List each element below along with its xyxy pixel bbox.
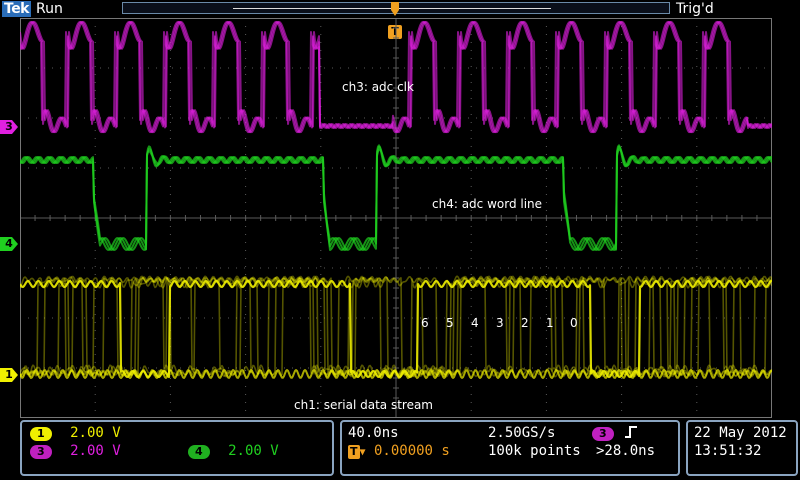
- readout-bar: 1 2.00 V 3 2.00 V 4 2.00 V 40.0ns 2.50GS…: [0, 418, 800, 480]
- delay-trigger-icon: T: [348, 445, 360, 459]
- waveform-display[interactable]: [20, 18, 772, 418]
- ch3-ground-marker[interactable]: 3: [0, 120, 18, 134]
- time-per-division[interactable]: 40.0ns: [348, 425, 399, 441]
- ch1-serial-trace: [20, 275, 772, 378]
- ch1-serial-trace: [20, 275, 772, 378]
- ch1-serial-trace: [20, 275, 772, 378]
- trigger-state: Trig'd: [676, 1, 714, 17]
- ch3-scale-readout[interactable]: 3 2.00 V: [30, 443, 121, 459]
- ch1-serial-trace: [20, 275, 772, 378]
- ch3-clock-trace: [20, 20, 772, 134]
- ch1-scale-readout[interactable]: 1 2.00 V: [30, 425, 121, 441]
- rising-edge-icon: [625, 426, 638, 438]
- datetime-panel: 22 May 2012 13:51:32: [686, 420, 798, 476]
- ch4-scale-readout[interactable]: 4 2.00 V: [188, 443, 279, 459]
- ch4-badge: 4: [188, 445, 210, 459]
- ch1-annotation: ch1: serial data stream: [294, 398, 433, 412]
- ch1-ground-marker[interactable]: 1: [0, 368, 18, 382]
- ch3-scale: 2.00 V: [70, 443, 121, 459]
- bit-label: 4: [471, 316, 479, 330]
- ch4-scale: 2.00 V: [228, 443, 279, 459]
- ch3-clock-trace: [20, 20, 772, 134]
- trigger-delay-readout[interactable]: T ▼ 0.00000 s: [348, 443, 450, 459]
- ch1-badge: 1: [30, 427, 52, 441]
- bit-label: 0: [570, 316, 578, 330]
- tek-logo: Tek: [2, 1, 31, 17]
- ch1-envelope-trace: [20, 279, 772, 379]
- sample-rate: 2.50GS/s: [488, 425, 556, 441]
- vertical-settings-panel[interactable]: 1 2.00 V 3 2.00 V 4 2.00 V: [20, 420, 334, 476]
- acquisition-run-state[interactable]: Run: [36, 0, 63, 18]
- ch1-serial-trace: [20, 275, 772, 378]
- bit-label: 2: [521, 316, 529, 330]
- horizontal-settings-panel[interactable]: 40.0ns 2.50GS/s 3 T ▼ 0.00000 s 100k poin…: [340, 420, 680, 476]
- ch3-badge: 3: [30, 445, 52, 459]
- time: 13:51:32: [694, 443, 762, 459]
- ch4-annotation: ch4: adc word line: [432, 197, 543, 211]
- date: 22 May 2012: [694, 425, 787, 441]
- ch1-scale: 2.00 V: [70, 425, 121, 441]
- ch4-word-line-trace: [20, 148, 772, 251]
- bit-label: 3: [496, 316, 504, 330]
- trigger-source-badge: 3: [592, 427, 614, 441]
- status-bar: Tek Run Trig'd: [0, 0, 800, 18]
- trigger-delay: 0.00000 s: [373, 443, 450, 459]
- ch3-clock-trace: [20, 21, 772, 134]
- record-length: 100k points: [488, 443, 581, 459]
- trigger-position-arrow-icon[interactable]: [390, 0, 400, 18]
- ch4-ground-marker[interactable]: 4: [0, 237, 18, 251]
- ch1-serial-trace: [20, 275, 772, 378]
- ch3-annotation: ch3: adc clk: [342, 80, 414, 94]
- bit-label: 1: [546, 316, 554, 330]
- trigger-level[interactable]: >28.0ns: [596, 443, 655, 459]
- trigger-source[interactable]: 3: [592, 425, 638, 441]
- bit-label: 5: [446, 316, 454, 330]
- bit-label: 6: [421, 316, 429, 330]
- waveform-traces: [20, 20, 772, 379]
